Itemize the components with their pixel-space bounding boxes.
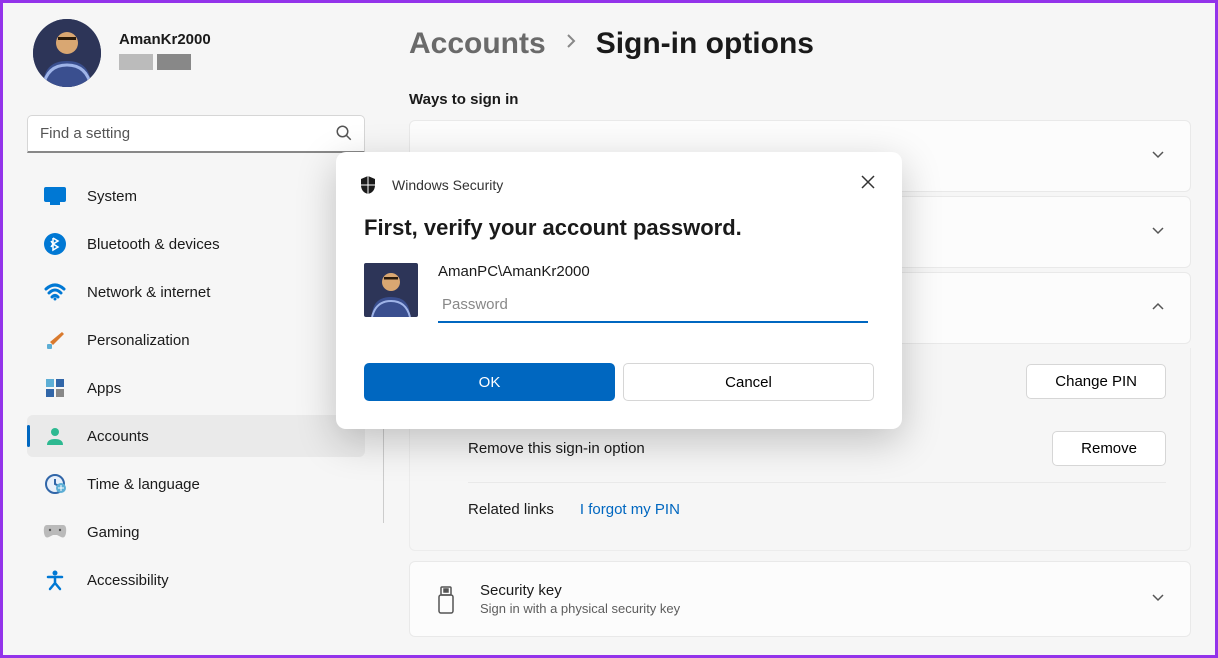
accessibility-icon <box>43 568 67 592</box>
sidebar-item-bluetooth[interactable]: Bluetooth & devices <box>27 223 365 265</box>
cancel-button[interactable]: Cancel <box>623 363 874 401</box>
dialog-title: Windows Security <box>392 177 503 193</box>
sidebar-item-label: Network & internet <box>87 284 210 301</box>
breadcrumb-current: Sign-in options <box>596 27 814 61</box>
sidebar-item-label: Time & language <box>87 476 200 493</box>
profile-block[interactable]: AmanKr2000 <box>27 19 365 87</box>
sidebar-item-label: System <box>87 188 137 205</box>
obscured-text <box>157 54 191 70</box>
sidebar-item-system[interactable]: System <box>27 175 365 217</box>
sidebar-item-label: Personalization <box>87 332 190 349</box>
breadcrumb-parent[interactable]: Accounts <box>409 27 546 61</box>
sidebar-item-label: Apps <box>87 380 121 397</box>
person-icon <box>43 424 67 448</box>
windows-security-dialog: Windows Security First, verify your acco… <box>336 152 902 429</box>
signin-option-security-key[interactable]: Security key Sign in with a physical sec… <box>409 561 1191 637</box>
sidebar-item-label: Gaming <box>87 524 140 541</box>
chevron-right-icon <box>564 31 578 57</box>
clock-icon <box>43 472 67 496</box>
sidebar-item-accounts[interactable]: Accounts <box>27 415 365 457</box>
dialog-account-name: AmanPC\AmanKr2000 <box>438 263 874 280</box>
obscured-text <box>119 54 153 70</box>
breadcrumb: Accounts Sign-in options <box>409 27 1191 61</box>
wifi-icon <box>43 280 67 304</box>
sidebar-item-network[interactable]: Network & internet <box>27 271 365 313</box>
sidebar-item-accessibility[interactable]: Accessibility <box>27 559 365 601</box>
forgot-pin-link[interactable]: I forgot my PIN <box>580 501 680 518</box>
remove-button[interactable]: Remove <box>1052 431 1166 466</box>
gamepad-icon <box>43 520 67 544</box>
sidebar-nav: System Bluetooth & devices Network & int… <box>27 175 365 607</box>
dialog-avatar <box>364 263 418 317</box>
avatar <box>33 19 101 87</box>
section-heading: Ways to sign in <box>409 91 1191 108</box>
shield-icon <box>358 175 378 195</box>
chevron-down-icon <box>1150 589 1166 610</box>
sidebar-item-label: Accounts <box>87 428 149 445</box>
security-key-title: Security key <box>480 582 680 599</box>
search-box <box>27 115 365 153</box>
close-icon[interactable] <box>856 170 880 199</box>
sidebar-item-gaming[interactable]: Gaming <box>27 511 365 553</box>
chevron-down-icon <box>1150 222 1166 243</box>
security-key-desc: Sign in with a physical security key <box>480 601 680 616</box>
sidebar-item-time-language[interactable]: Time & language <box>27 463 365 505</box>
usb-key-icon <box>434 585 462 613</box>
paintbrush-icon <box>43 328 67 352</box>
apps-icon <box>43 376 67 400</box>
search-icon <box>335 124 353 147</box>
sidebar-item-label: Bluetooth & devices <box>87 236 220 253</box>
sidebar-item-label: Accessibility <box>87 572 169 589</box>
sidebar-item-personalization[interactable]: Personalization <box>27 319 365 361</box>
profile-username: AmanKr2000 <box>119 31 211 48</box>
ok-button[interactable]: OK <box>364 363 615 401</box>
dialog-heading: First, verify your account password. <box>364 215 874 241</box>
related-links-label: Related links <box>468 501 554 518</box>
remove-signin-label: Remove this sign-in option <box>468 440 645 457</box>
password-input[interactable] <box>438 288 868 323</box>
sidebar-item-apps[interactable]: Apps <box>27 367 365 409</box>
change-pin-button[interactable]: Change PIN <box>1026 364 1166 399</box>
chevron-down-icon <box>1150 146 1166 167</box>
system-icon <box>43 184 67 208</box>
chevron-up-icon <box>1150 298 1166 319</box>
bluetooth-icon <box>43 232 67 256</box>
search-input[interactable] <box>27 115 365 153</box>
